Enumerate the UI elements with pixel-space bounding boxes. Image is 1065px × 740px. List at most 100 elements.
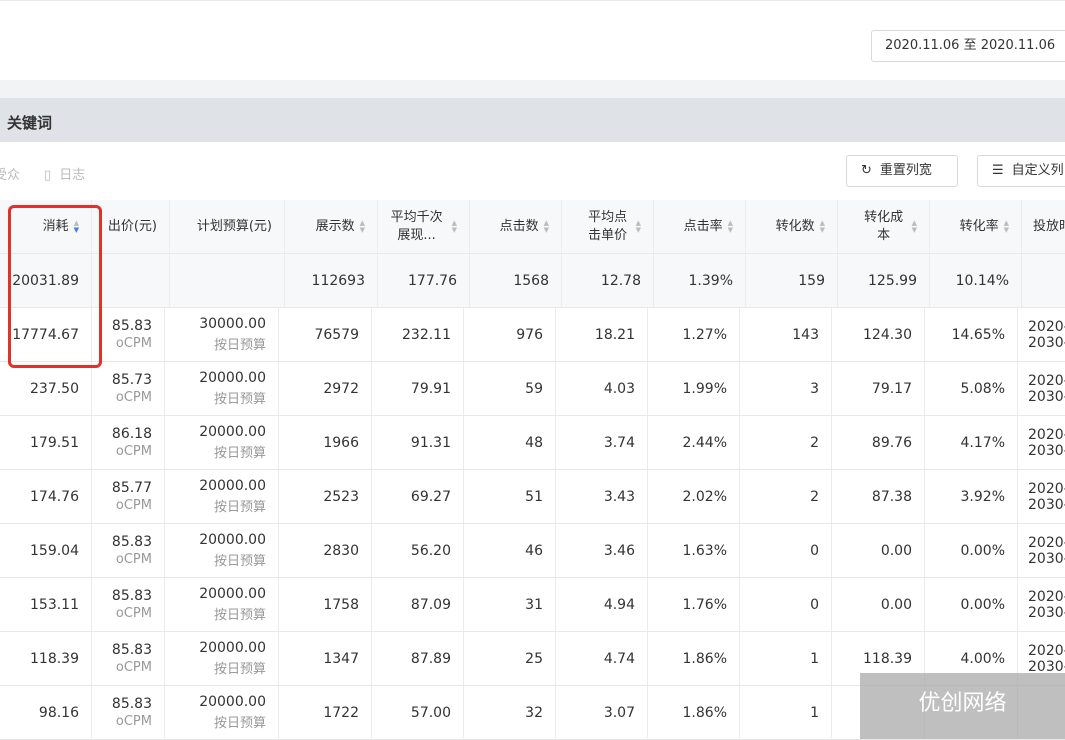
cell-impressions-value: 1758 — [323, 596, 359, 613]
cell-time2: 2030- — [1028, 496, 1065, 513]
cell-cpc: 4.74 — [556, 632, 648, 685]
table-row: 179.51 86.18 oCPM 20000.00 按日预算 1966 91.31 48 3.… — [0, 416, 1065, 470]
cell-clicks-value: 31 — [525, 596, 543, 613]
cell-bid: 85.83 oCPM — [92, 578, 165, 631]
cell-cpc: 3.46 — [556, 524, 648, 577]
cell-cpa-value: 118.39 — [863, 650, 912, 667]
cell-cpm-value: 87.09 — [410, 596, 451, 613]
cell-bid-value: 85.77 — [111, 480, 152, 496]
cell-cpa: 89.76 — [832, 416, 925, 469]
header-conversions[interactable]: 转化数 ▲ ▼ — [746, 200, 838, 253]
custom-columns-button[interactable]: ☰ 自定义列 — [977, 155, 1065, 187]
audience-link[interactable]: 受众 — [0, 164, 20, 183]
sort-icon[interactable]: ▲ ▼ — [820, 219, 825, 234]
sort-icon[interactable]: ▲ ▼ — [544, 219, 549, 234]
cell-ctr: 2.02% — [648, 470, 740, 523]
cell-cvr: 0.00% — [925, 578, 1018, 631]
log-link[interactable]: ▯ 日志 — [44, 164, 85, 183]
cell-conversions: 2 — [740, 416, 832, 469]
cell-time1-value: 2020- — [1028, 426, 1065, 443]
cell-cpm: 57.00 — [372, 686, 464, 739]
cell-cpa-value: 0.00 — [880, 542, 912, 559]
cell-budget-value: 20000.00 — [199, 424, 266, 440]
cell-cvr-value: 14.65% — [951, 326, 1005, 343]
cell-spend: 153.11 — [0, 578, 92, 631]
cell-cpa-value: 124.30 — [863, 326, 912, 343]
cell-clicks: 25 — [464, 632, 556, 685]
refresh-icon: ↻ — [861, 163, 872, 178]
cell-clicks-value: 46 — [525, 542, 543, 559]
cell-clicks-value: 59 — [525, 380, 543, 397]
cell-bid: 85.83 oCPM — [92, 308, 165, 361]
cell-spend-value: 179.51 — [30, 434, 79, 451]
cell-cpm: 91.31 — [372, 416, 464, 469]
cell-cpa-value: 79.17 — [871, 380, 912, 397]
header-cpm[interactable]: 平均千次展现... ▲ ▼ — [378, 200, 470, 253]
cell-bid_type: oCPM — [115, 444, 152, 459]
cell-ctr-value: 1.99% — [682, 380, 727, 397]
cell-budget-value: 20000.00 — [199, 478, 266, 494]
cell-spend-value: 118.39 — [30, 650, 79, 667]
cell-conversions: 2 — [740, 470, 832, 523]
header-spend[interactable]: 消耗 ▲ ▼ — [0, 200, 92, 253]
sort-icon[interactable]: ▲ ▼ — [452, 219, 457, 234]
cell-cpc-value: 3.74 — [603, 434, 635, 451]
cell-conversions: 1 — [740, 632, 832, 685]
cell-budget_type: 按日预算 — [213, 608, 266, 623]
cell-budget_type: 按日预算 — [213, 554, 266, 569]
header-budget[interactable]: 计划预算(元) — [170, 200, 285, 253]
cell-bid-value: 86.18 — [111, 426, 152, 442]
summary-row: 20031.89 112693 177.76 1568 12.78 1.39% … — [0, 254, 1065, 308]
cell-impressions-value: 76579 — [314, 326, 359, 343]
sort-icon[interactable]: ▲ ▼ — [728, 219, 733, 234]
sort-icon[interactable]: ▲ ▼ — [636, 219, 641, 234]
cell-bid: 86.18 oCPM — [92, 416, 165, 469]
cell-ctr: 2.44% — [648, 416, 740, 469]
cell-ctr: 1.27% — [648, 308, 740, 361]
cell-budget-value: 20000.00 — [199, 532, 266, 548]
section-gap — [0, 80, 1065, 98]
header-clicks[interactable]: 点击数 ▲ ▼ — [470, 200, 562, 253]
cell-cpm: 56.20 — [372, 524, 464, 577]
cell-bid-value: 85.83 — [111, 318, 152, 334]
summary-cpm: 177.76 — [378, 254, 470, 307]
cell-bid: 85.83 oCPM — [92, 686, 165, 739]
header-bid[interactable]: 出价(元) — [92, 200, 170, 253]
cell-clicks: 32 — [464, 686, 556, 739]
cell-cpa-value: 0.00 — [880, 596, 912, 613]
cell-cpa: 79.17 — [832, 362, 925, 415]
header-spend-label: 消耗 — [42, 218, 69, 234]
header-cpa[interactable]: 转化成本 ▲ ▼ — [838, 200, 930, 253]
cell-impressions: 1758 — [279, 578, 372, 631]
cell-cpa: 87.38 — [832, 470, 925, 523]
cell-cvr-value: 4.00% — [960, 650, 1005, 667]
cell-clicks: 976 — [464, 308, 556, 361]
header-cvr[interactable]: 转化率 ▲ ▼ — [930, 200, 1022, 253]
sort-icon[interactable]: ▲ ▼ — [1004, 219, 1009, 234]
cell-conversions-value: 3 — [810, 380, 819, 397]
header-cpc[interactable]: 平均点击单价 ▲ ▼ — [562, 200, 654, 253]
sort-icon[interactable]: ▲ ▼ — [912, 219, 917, 234]
cell-bid-value: 85.83 — [111, 696, 152, 712]
cell-cpm-value: 56.20 — [410, 542, 451, 559]
cell-cpc-value: 3.43 — [603, 488, 635, 505]
cell-budget_type: 按日预算 — [213, 716, 266, 731]
cell-cpc-value: 4.94 — [603, 596, 635, 613]
cell-bid_type: oCPM — [115, 390, 152, 405]
cell-conversions: 0 — [740, 578, 832, 631]
date-range-picker[interactable]: 2020.11.06 至 2020.11.06 — [871, 30, 1065, 62]
header-time[interactable]: 投放时 — [1022, 200, 1065, 253]
summary-bid — [92, 254, 170, 307]
cell-clicks-value: 25 — [525, 650, 543, 667]
reset-column-width-button[interactable]: ↻ 重置列宽 — [846, 155, 958, 187]
cell-time1-value: 2020- — [1028, 534, 1065, 551]
cell-budget_type: 按日预算 — [213, 338, 266, 353]
cell-clicks: 51 — [464, 470, 556, 523]
cell-cvr-value: 0.00% — [960, 542, 1005, 559]
header-cpa-label: 转化成本 — [864, 209, 904, 243]
header-impressions[interactable]: 展示数 ▲ ▼ — [285, 200, 378, 253]
sort-icon[interactable]: ▲ ▼ — [74, 219, 79, 234]
cell-bid: 85.83 oCPM — [92, 632, 165, 685]
sort-icon[interactable]: ▲ ▼ — [360, 219, 365, 234]
header-ctr[interactable]: 点击率 ▲ ▼ — [654, 200, 746, 253]
